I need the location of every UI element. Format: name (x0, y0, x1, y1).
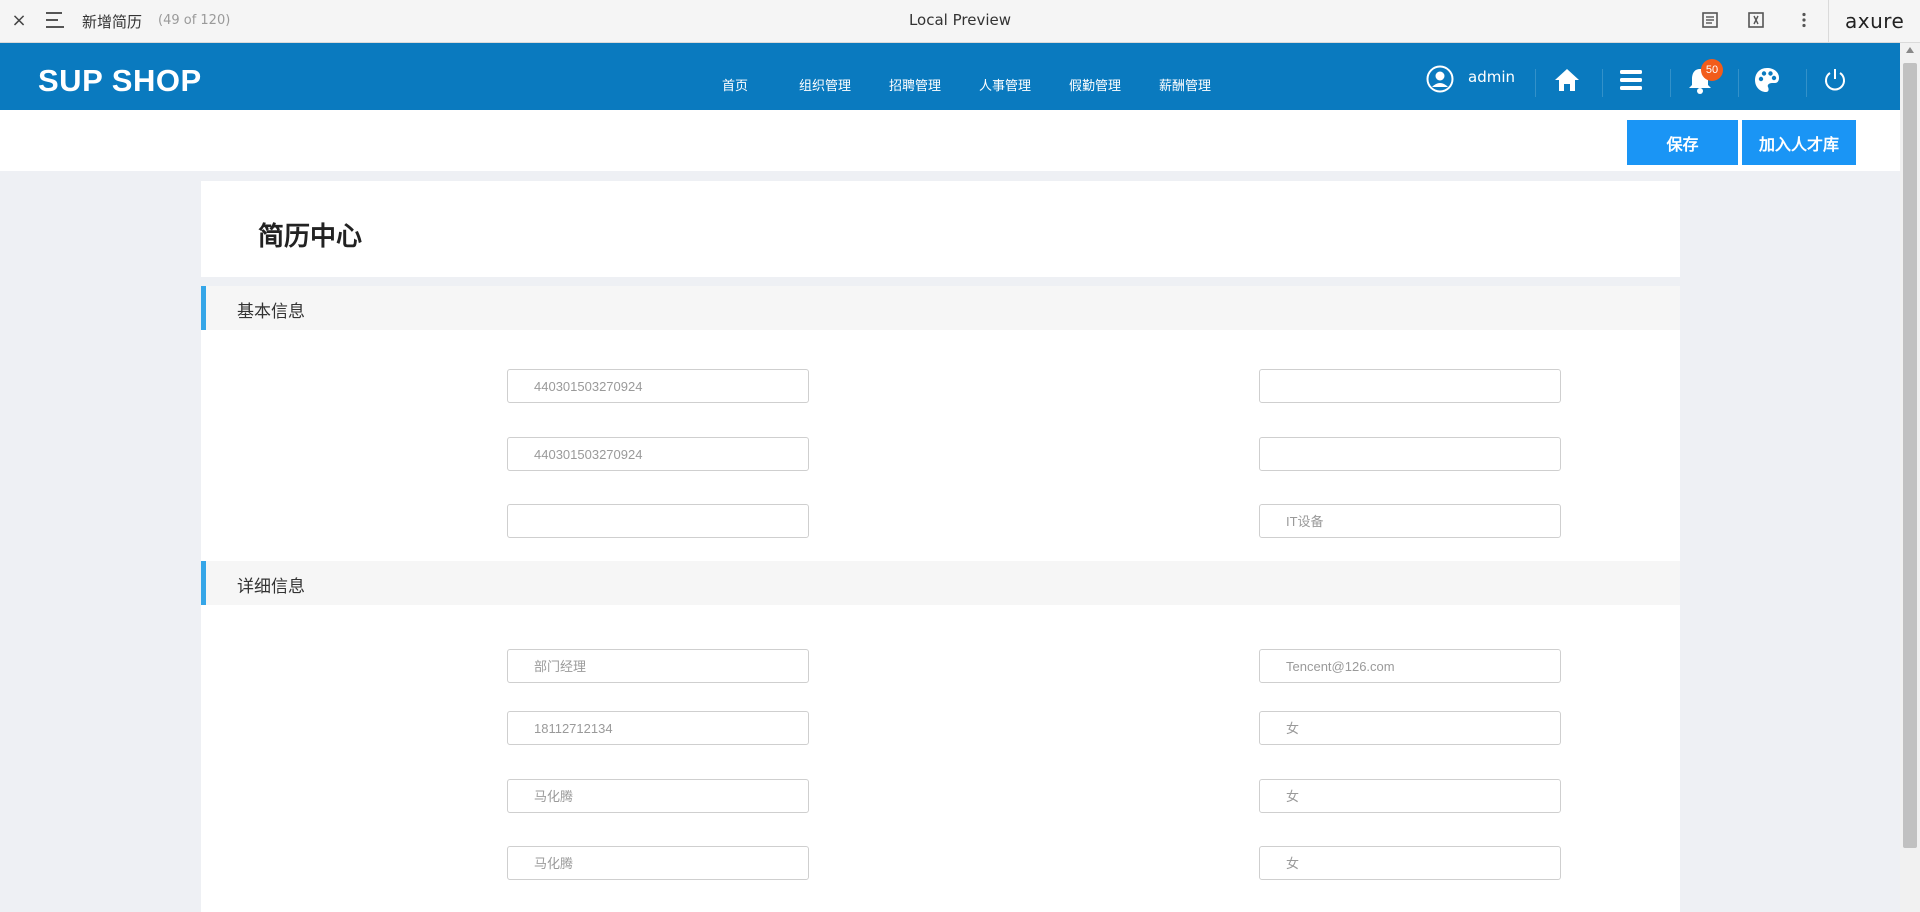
header-divider (1806, 69, 1807, 97)
user-menu[interactable]: admin (1426, 65, 1515, 93)
main-nav: 首页 组织管理 招聘管理 人事管理 假勤管理 薪酬管理 (690, 75, 1230, 94)
page-title: 简历中心 (258, 222, 363, 252)
resume-card: 简历中心 基本信息 姓名: 性别: 年龄: 所学专业: 最高学历: 居住地: 详… (201, 181, 1680, 912)
nav-payroll[interactable]: 薪酬管理 (1140, 75, 1230, 94)
header-divider (1670, 69, 1671, 97)
notification-badge: 50 (1701, 59, 1723, 81)
home-icon[interactable] (1552, 65, 1582, 95)
nav-attendance[interactable]: 假勤管理 (1050, 75, 1140, 94)
page-list-icon[interactable] (46, 12, 66, 30)
brand-logo[interactable]: SUP SHOP (38, 63, 202, 99)
user-avatar-icon (1426, 65, 1454, 93)
preview-title: Local Preview (908, 11, 1012, 29)
gender-input[interactable] (1259, 369, 1561, 403)
section-title: 基本信息 (237, 302, 305, 322)
page-count: (49 of 120) (158, 13, 231, 28)
preview-toolbar: × 新增简历 (49 of 120) Local Preview axure (0, 0, 1920, 43)
phone-input[interactable] (507, 846, 809, 880)
residence-input[interactable] (1259, 504, 1561, 538)
user-name: admin (1468, 68, 1515, 86)
close-icon[interactable]: × (8, 10, 30, 32)
palette-icon[interactable] (1752, 65, 1782, 95)
inspect-icon[interactable] (1746, 11, 1766, 31)
nav-personnel[interactable]: 人事管理 (960, 75, 1050, 94)
header-divider (1535, 69, 1536, 97)
more-options-icon[interactable] (1794, 11, 1814, 31)
nav-recruitment[interactable]: 招聘管理 (870, 75, 960, 94)
toolbar-divider (1828, 0, 1829, 43)
channel-input[interactable] (1259, 779, 1561, 813)
major-input[interactable] (1259, 437, 1561, 471)
name-input[interactable] (507, 369, 809, 403)
axure-logo: axure (1845, 9, 1905, 33)
education-input[interactable] (507, 504, 809, 538)
power-icon[interactable] (1820, 65, 1850, 95)
experience-input[interactable] (507, 711, 809, 745)
owner-input[interactable] (507, 779, 809, 813)
section-title: 详细信息 (237, 577, 305, 597)
scroll-up-arrow-icon[interactable] (1906, 47, 1914, 53)
scrollbar-thumb[interactable] (1903, 63, 1917, 848)
talent-level-input[interactable] (507, 649, 809, 683)
section-detail-info: 详细信息 (201, 561, 1680, 605)
page-name: 新增简历 (82, 13, 143, 31)
add-to-talent-pool-button[interactable]: 加入人才库 (1742, 120, 1856, 165)
save-button[interactable]: 保存 (1627, 120, 1738, 165)
notes-icon[interactable] (1700, 11, 1720, 31)
nav-home[interactable]: 首页 (690, 75, 780, 94)
vertical-scrollbar[interactable] (1900, 43, 1920, 912)
header-divider (1602, 69, 1603, 97)
qq-input[interactable] (1259, 846, 1561, 880)
nav-organization[interactable]: 组织管理 (780, 75, 870, 94)
app-header: SUP SHOP 首页 组织管理 招聘管理 人事管理 假勤管理 薪酬管理 adm… (0, 43, 1900, 110)
job-match-input[interactable] (1259, 711, 1561, 745)
list-menu-icon[interactable] (1616, 65, 1646, 95)
talent-resume-input[interactable] (1259, 649, 1561, 683)
section-basic-info: 基本信息 (201, 286, 1680, 330)
action-bar: 保存 加入人才库 (0, 110, 1900, 171)
header-divider (1738, 69, 1739, 97)
age-input[interactable] (507, 437, 809, 471)
title-divider (201, 277, 1680, 286)
